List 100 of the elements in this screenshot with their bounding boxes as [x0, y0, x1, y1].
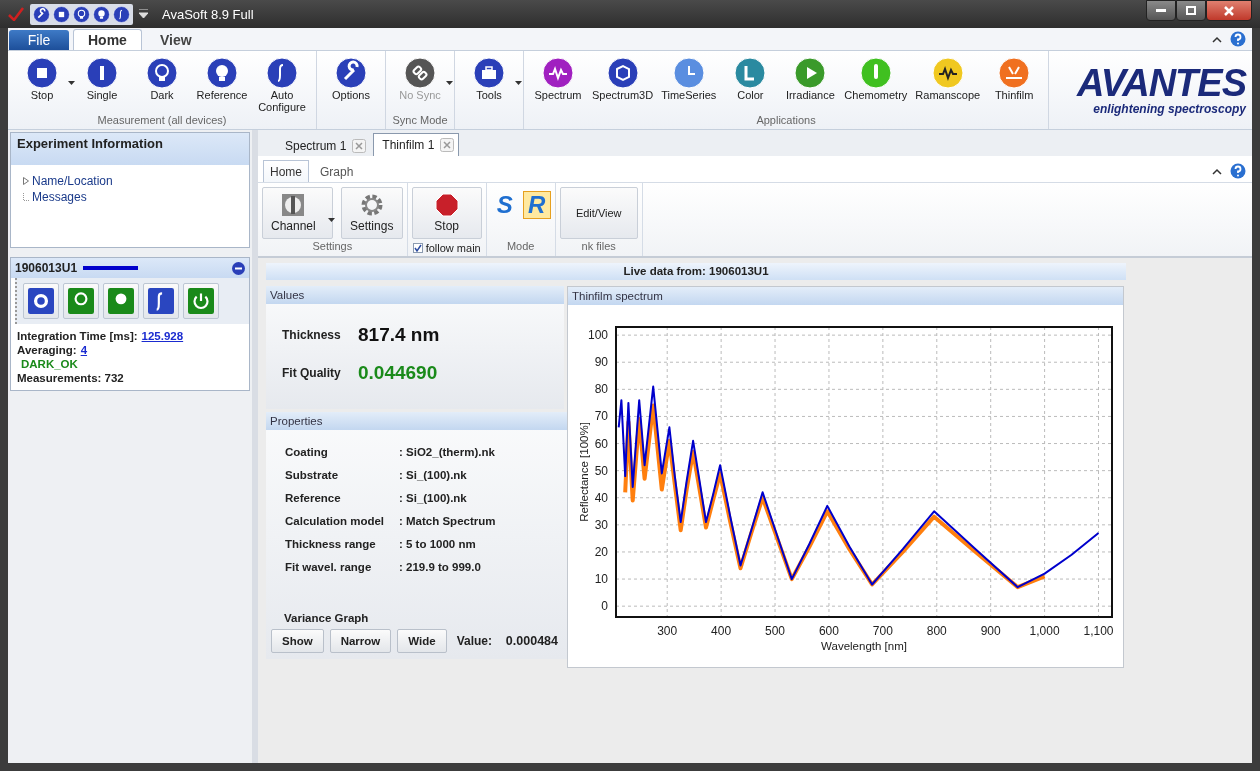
variance-value: 0.000484 — [505, 634, 559, 648]
ribbon-button[interactable]: Spectrum3D — [588, 51, 658, 114]
ribbon-button[interactable]: Dark — [132, 51, 192, 114]
gear-icon — [28, 288, 54, 314]
caret-icon[interactable] — [515, 81, 522, 85]
stop-icon — [26, 57, 58, 89]
minimize-button[interactable] — [1146, 0, 1176, 21]
value-label: Value: — [456, 634, 493, 648]
thickness-value: 817.4 nm — [358, 324, 440, 346]
stop-sign-icon — [434, 193, 459, 217]
x-tick-label: 1,100 — [1083, 624, 1114, 638]
property-value: : 219.9 to 999.0 — [399, 560, 482, 573]
channel-button[interactable]: Channel — [262, 187, 333, 239]
expand-icon[interactable] — [23, 177, 29, 185]
collapse-icon[interactable] — [232, 261, 245, 275]
collapse-icon[interactable] — [1212, 167, 1222, 175]
info-label: Integration Time [ms]: — [17, 330, 138, 342]
ribbon-tab[interactable]: Home — [73, 29, 142, 50]
ribbon-tab[interactable]: Graph — [313, 160, 361, 182]
caret-icon[interactable] — [139, 9, 148, 19]
ribbon-tab[interactable]: View — [145, 30, 206, 50]
group-label: Applications — [756, 114, 816, 128]
checkbox-label[interactable]: follow main — [425, 242, 481, 254]
close-icon[interactable] — [352, 139, 367, 153]
ribbon-button[interactable]: Spectrum — [528, 51, 588, 114]
device-tool-button[interactable] — [23, 283, 59, 319]
variance-button[interactable]: Show — [271, 629, 324, 653]
checkmark-icon[interactable] — [8, 7, 24, 21]
thin-film-icon — [998, 57, 1031, 89]
x-axis-title: Wavelength [nm] — [821, 640, 907, 652]
mode-button[interactable]: R — [522, 191, 551, 219]
property-value: : Match Spectrum — [399, 514, 497, 527]
close-icon[interactable] — [440, 138, 455, 152]
channel-icon — [281, 193, 306, 217]
x-tick-label: 900 — [980, 624, 1001, 638]
ribbon-button[interactable]: Thinfilm — [984, 51, 1045, 114]
bulb-icon — [73, 5, 90, 23]
property-value: : 5 to 1000 nm — [399, 537, 477, 550]
logo-tagline: enlightening spectroscopy — [1093, 102, 1246, 116]
device-name: 1906013U1 — [15, 261, 78, 275]
integration-time-link[interactable]: 125.928 — [141, 330, 184, 342]
ribbon-tab[interactable]: Home — [263, 160, 309, 182]
mode-button[interactable]: S — [490, 191, 519, 219]
variance-button[interactable]: Wide — [397, 629, 447, 653]
ribbon-button[interactable]: Options — [321, 51, 381, 114]
stop-button[interactable]: Stop — [411, 187, 482, 239]
color-icon — [734, 57, 767, 89]
checkbox[interactable] — [412, 243, 423, 253]
ribbon-button[interactable]: Reference — [192, 51, 252, 114]
y-tick-label: 100 — [587, 328, 608, 343]
edit-view-button[interactable]: Edit/View — [559, 187, 638, 239]
wrench-icon — [33, 5, 50, 23]
panel-title: Properties — [266, 412, 567, 430]
property-label: Reference — [285, 491, 342, 504]
group-label: Sync Mode — [392, 114, 448, 128]
ribbon-button[interactable]: Tools — [459, 51, 519, 114]
panel-title: Values — [266, 286, 564, 304]
fit-quality-label: Fit Quality — [282, 366, 342, 380]
ribbon-button[interactable]: TimeSeries — [657, 51, 721, 114]
variance-button[interactable]: Narrow — [329, 629, 392, 653]
ribbon-button[interactable]: Ramanscope — [911, 51, 985, 114]
document-tab[interactable]: Thinfilm 1 — [373, 133, 460, 156]
averaging-link[interactable]: 4 — [80, 344, 88, 356]
tree-line — [23, 193, 29, 201]
device-tool-button[interactable] — [183, 283, 219, 319]
status-text: DARK_OK — [20, 358, 79, 370]
ribbon-button[interactable]: Stop — [12, 51, 72, 114]
property-label: Fit wavel. range — [285, 560, 373, 573]
x-tick-label: 800 — [926, 624, 947, 638]
caret-icon[interactable] — [68, 81, 75, 85]
help-icon[interactable] — [1230, 163, 1246, 179]
ribbon-tab[interactable]: File — [9, 30, 69, 50]
device-tool-button[interactable] — [103, 283, 139, 319]
close-icon — [1224, 5, 1234, 16]
cube-icon — [606, 57, 639, 89]
tree-item[interactable]: Messages — [11, 189, 249, 205]
measurements-count: Measurements: 732 — [17, 372, 125, 384]
number-one-icon — [86, 57, 118, 89]
y-tick-label: 60 — [594, 436, 608, 451]
chain-link-icon — [404, 57, 436, 89]
help-icon[interactable] — [1230, 31, 1246, 47]
bulb-icon — [108, 288, 134, 314]
maximize-button[interactable] — [1176, 0, 1206, 21]
ribbon-button[interactable]: Color — [720, 51, 781, 114]
property-label: Coating — [285, 445, 329, 458]
waveform-icon — [542, 57, 574, 89]
device-tool-button[interactable] — [63, 283, 99, 319]
property-value: : Si_(100).nk — [399, 491, 468, 504]
ribbon-button[interactable]: Single — [72, 51, 132, 114]
tree-item[interactable]: Name/Location — [11, 173, 249, 189]
close-button[interactable] — [1206, 0, 1252, 21]
caret-icon[interactable] — [327, 218, 335, 222]
device-tool-button[interactable] — [143, 283, 179, 319]
document-tab[interactable]: Spectrum 1 — [276, 135, 372, 156]
group-label: Mode — [506, 240, 535, 254]
ribbon-button[interactable]: Irradiance — [780, 51, 841, 114]
ribbon-button[interactable]: Auto Configure — [252, 51, 312, 114]
settings-button[interactable]: Settings — [340, 187, 403, 239]
collapse-icon[interactable] — [1212, 35, 1222, 43]
ribbon-button[interactable]: Chemometry — [840, 51, 912, 114]
